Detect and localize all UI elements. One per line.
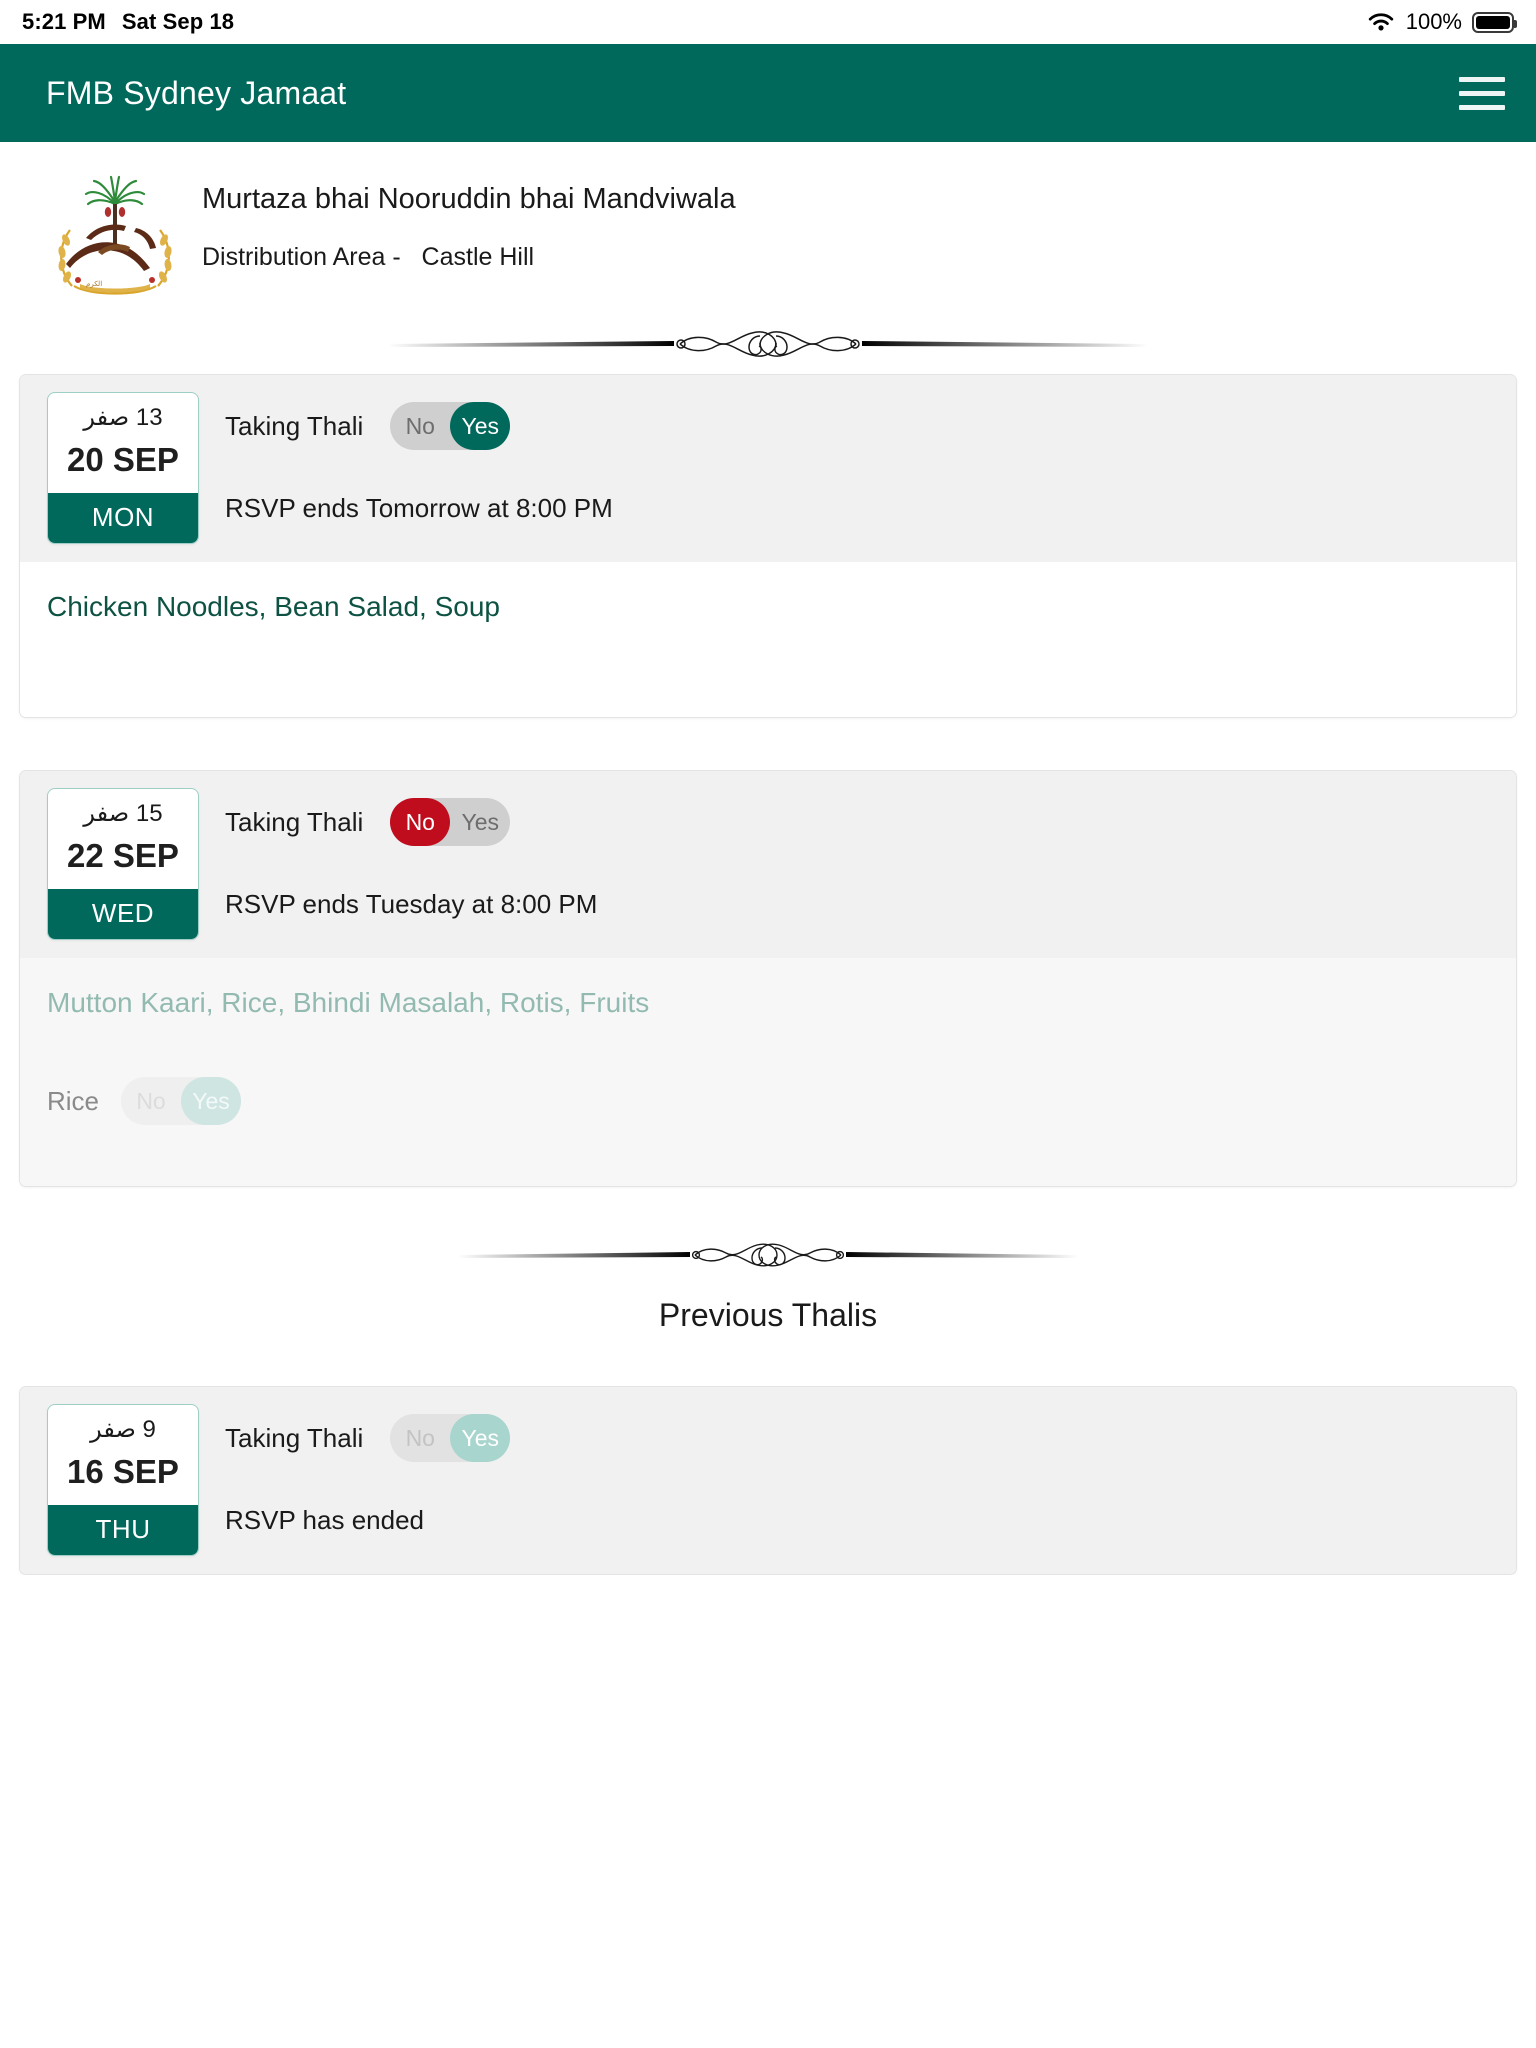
taking-thali-toggle[interactable]: No Yes xyxy=(390,402,511,450)
hijri-date: 15 صفر xyxy=(83,800,163,827)
taking-thali-label: Taking Thali xyxy=(225,1422,364,1453)
toggle-option-no[interactable]: No xyxy=(121,1077,181,1125)
ornament-divider-top xyxy=(0,314,1536,374)
distribution-area-label: Distribution Area - xyxy=(202,242,401,271)
rsvp-status: RSVP ends Tuesday at 8:00 PM xyxy=(225,889,598,919)
page-bottom-spacer xyxy=(0,1575,1536,1605)
toggle-option-yes[interactable]: Yes xyxy=(450,798,510,846)
battery-percent: 100% xyxy=(1405,9,1462,34)
day-of-week: THU xyxy=(48,1505,198,1555)
rsvp-status: RSVP ends Tomorrow at 8:00 PM xyxy=(225,493,613,523)
taking-thali-row: Taking Thali No Yes xyxy=(225,1414,1516,1462)
toggle-option-yes[interactable]: Yes xyxy=(181,1077,242,1125)
ornament-icon xyxy=(388,331,1148,357)
taking-thali-row: Taking Thali No Yes xyxy=(225,798,1516,846)
hijri-date: 13 صفر xyxy=(83,404,163,431)
thali-card-header-right: Taking Thali No Yes RSVP ends Tuesday at… xyxy=(199,788,1516,920)
day-of-week: MON xyxy=(48,493,198,543)
gregorian-date: 22 SEP xyxy=(67,837,179,874)
profile-text: Murtaza bhai Nooruddin bhai Mandviwala D… xyxy=(202,164,736,272)
thali-card-body: Mutton Kaari, Rice, Bhindi Masalah, Roti… xyxy=(20,958,1516,1186)
date-box: 15 صفر 22 SEP WED xyxy=(47,788,199,940)
toggle-option-yes: Yes xyxy=(450,1414,511,1462)
toggle-option-yes[interactable]: Yes xyxy=(450,402,511,450)
hijri-date: 9 صفر xyxy=(90,1416,156,1443)
thali-menu: Chicken Noodles, Bean Salad, Soup xyxy=(47,591,500,622)
status-time: 5:21 PM xyxy=(22,9,106,34)
distribution-area: Distribution Area - Castle Hill xyxy=(202,243,736,272)
toggle-option-no[interactable]: No xyxy=(390,402,450,450)
thali-card-body: Chicken Noodles, Bean Salad, Soup xyxy=(20,562,1516,717)
taking-thali-toggle: No Yes xyxy=(390,1414,511,1462)
status-bar-left: 5:21 PM Sat Sep 18 xyxy=(22,9,234,35)
side-option-label: Rice xyxy=(47,1085,100,1116)
date-box: 9 صفر 16 SEP THU xyxy=(47,1404,199,1556)
side-option-row: Rice No Yes xyxy=(47,1077,1489,1125)
ornament-divider-bottom xyxy=(0,1225,1536,1285)
side-option-toggle[interactable]: No Yes xyxy=(121,1077,242,1125)
gregorian-date: 16 SEP xyxy=(67,1453,179,1490)
distribution-area-value: Castle Hill xyxy=(421,242,535,271)
hamburger-menu-icon[interactable] xyxy=(1454,72,1510,114)
thali-card-header: 13 صفر 20 SEP MON Taking Thali No Yes RS… xyxy=(20,375,1516,562)
thali-menu: Mutton Kaari, Rice, Bhindi Masalah, Roti… xyxy=(47,987,650,1018)
app-bar: FMB Sydney Jamaat xyxy=(0,44,1536,142)
status-bar-right: 100% xyxy=(1366,9,1517,35)
status-bar: 5:21 PM Sat Sep 18 100% xyxy=(0,0,1536,44)
taking-thali-row: Taking Thali No Yes xyxy=(225,402,1516,450)
rsvp-status: RSVP has ended xyxy=(225,1505,424,1535)
ornament-icon xyxy=(458,1243,1078,1267)
battery-full-icon xyxy=(1472,11,1517,33)
day-of-week: WED xyxy=(48,889,198,939)
gregorian-date: 20 SEP xyxy=(67,441,179,478)
thali-card-header: 15 صفر 22 SEP WED Taking Thali No Yes RS… xyxy=(20,771,1516,958)
taking-thali-toggle[interactable]: No Yes xyxy=(390,798,511,846)
member-name: Murtaza bhai Nooruddin bhai Mandviwala xyxy=(202,183,736,215)
taking-thali-label: Taking Thali xyxy=(225,806,364,837)
profile-section: الكرم Murtaza bhai Nooruddin bhai Mandvi… xyxy=(0,142,1536,308)
taking-thali-label: Taking Thali xyxy=(225,410,364,441)
thali-card-header: 9 صفر 16 SEP THU Taking Thali No Yes RSV… xyxy=(20,1387,1516,1574)
page-title: FMB Sydney Jamaat xyxy=(46,74,347,111)
burhani-logo-icon: الكرم xyxy=(40,168,190,298)
card-spacer xyxy=(0,718,1536,770)
toggle-option-no[interactable]: No xyxy=(390,798,451,846)
thali-card[interactable]: 15 صفر 22 SEP WED Taking Thali No Yes RS… xyxy=(19,770,1517,1187)
thali-card[interactable]: 13 صفر 20 SEP MON Taking Thali No Yes RS… xyxy=(19,374,1517,718)
status-date: Sat Sep 18 xyxy=(121,9,235,34)
previous-thalis-section: Previous Thalis xyxy=(0,1225,1536,1334)
wifi-icon xyxy=(1366,11,1396,33)
thali-card-previous[interactable]: 9 صفر 16 SEP THU Taking Thali No Yes RSV… xyxy=(19,1386,1517,1575)
toggle-option-no: No xyxy=(405,1424,435,1451)
previous-thalis-title: Previous Thalis xyxy=(658,1297,878,1333)
date-box: 13 صفر 20 SEP MON xyxy=(47,392,199,544)
svg-text:الكرم: الكرم xyxy=(86,280,102,288)
thali-card-header-right: Taking Thali No Yes RSVP ends Tomorrow a… xyxy=(199,392,1516,524)
thali-card-header-right: Taking Thali No Yes RSVP has ended xyxy=(199,1404,1516,1536)
